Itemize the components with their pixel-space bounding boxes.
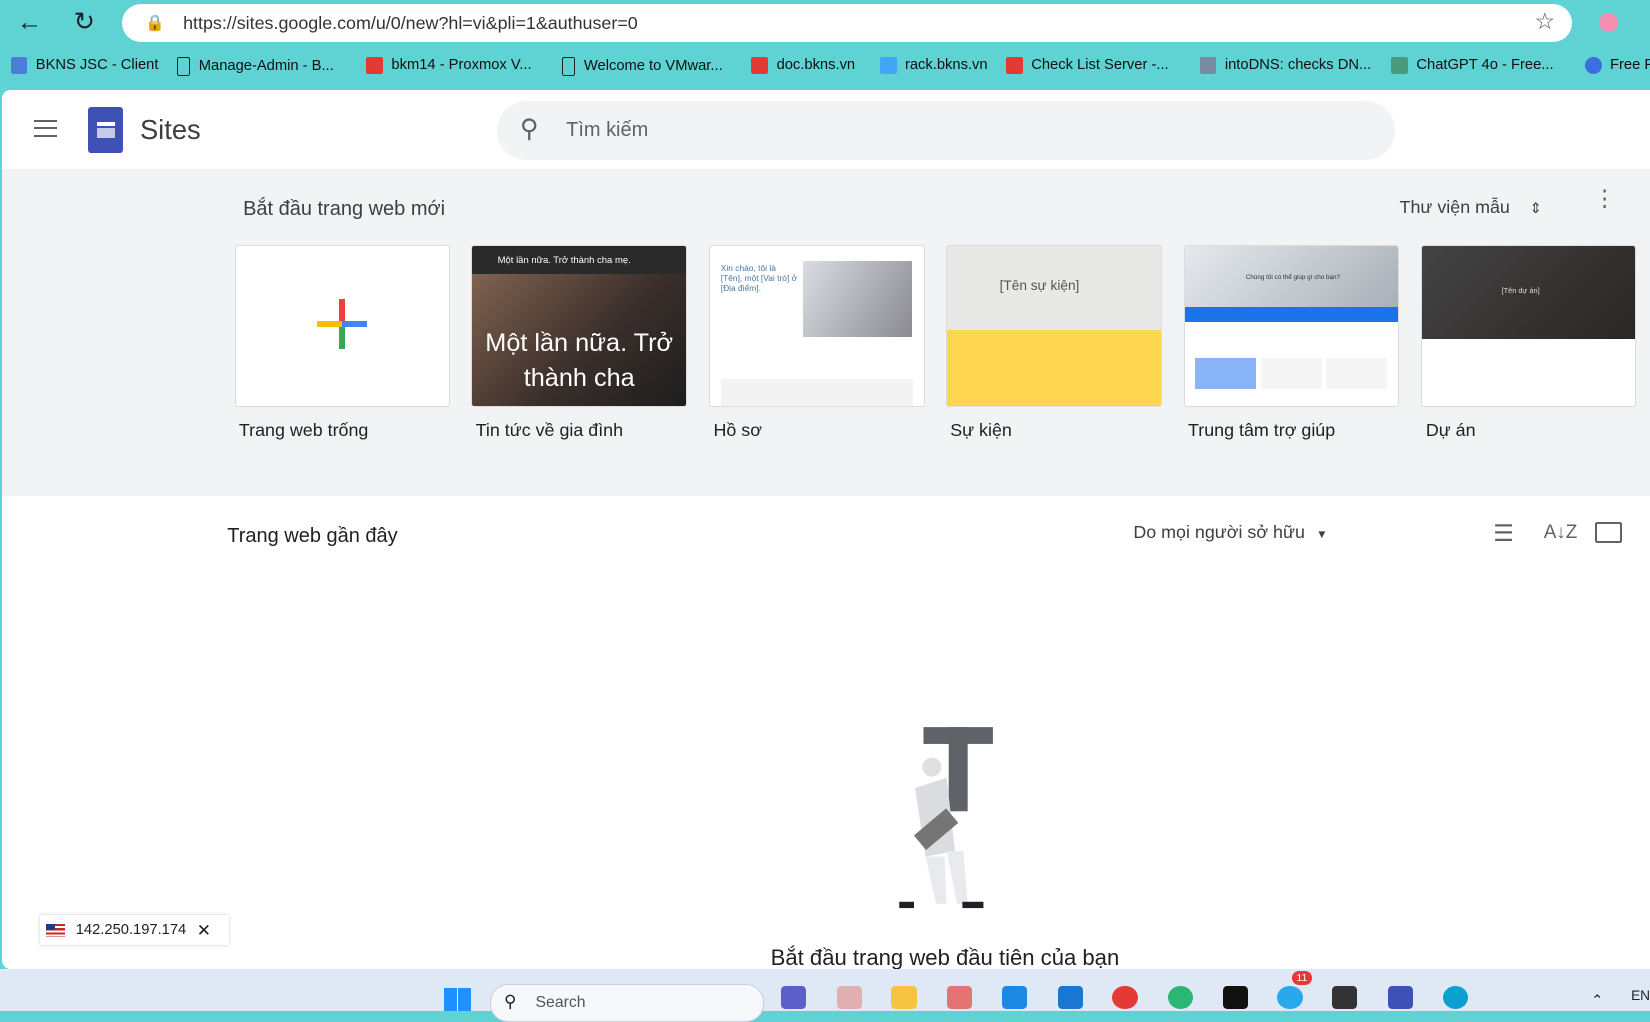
thumb-text: [Tên dự án] (1421, 246, 1636, 339)
template-gallery: Bắt đầu trang web mới Thư viện mẫu ⇕ ⋮ M… (2, 169, 1650, 496)
bookmark-label: Free F (1609, 57, 1650, 74)
owner-filter-label: Do mọi người sở hữu (1133, 521, 1305, 542)
bookmark-label: intoDNS: checks DN... (1224, 57, 1372, 74)
taskbar-search[interactable]: ⚲ Search (490, 983, 764, 1022)
app-icon[interactable] (836, 985, 862, 1010)
unfold-icon: ⇕ (1529, 200, 1542, 217)
template-label: Trung tâm trợ giúp (1188, 419, 1336, 440)
bookmark-label: BKNS JSC - Client (35, 57, 159, 74)
bookmark-label: rack.bkns.vn (904, 57, 988, 74)
wps-office-icon[interactable] (1112, 985, 1138, 1010)
ip-address: 142.250.197.174 (75, 922, 187, 939)
url-text: https://sites.google.com/u/0/new?hl=vi&p… (183, 12, 638, 33)
bookmark[interactable]: BKNS JSC - Client (10, 56, 159, 74)
file-explorer-icon[interactable] (891, 985, 917, 1010)
taskbar-search-label: Search (535, 994, 586, 1012)
template-label: Hồ sơ (713, 419, 762, 440)
sort-az-icon[interactable]: A↓Z (1544, 522, 1578, 544)
bookmark[interactable]: intoDNS: checks DN... (1199, 56, 1372, 74)
edge-icon[interactable] (1168, 985, 1194, 1010)
search-placeholder: Tìm kiếm (566, 118, 649, 141)
template-blank[interactable] (234, 245, 451, 408)
bookmark[interactable]: doc.bkns.vn (751, 56, 856, 74)
template-profile[interactable]: Xin chào, tôi là [Tên], một [Vai trò] ở … (709, 245, 925, 408)
empty-state-text: Bắt đầu trang web đầu tiên của bạn (770, 944, 1120, 970)
template-help-center[interactable]: Chúng tôi có thể giúp gì cho bạn? (1183, 245, 1400, 408)
gallery-title: Bắt đầu trang web mới (243, 197, 446, 220)
list-view-icon[interactable]: ☰ (1493, 520, 1514, 547)
us-flag-icon (46, 923, 66, 937)
template-gallery-label: Thư viện mẫu (1399, 196, 1510, 217)
sites-page: Sites ⚲ Tìm kiếm Bắt đầu trang web mới T… (2, 90, 1650, 970)
template-event[interactable]: [Tên sự kiện] (946, 245, 1162, 408)
bookmark[interactable]: bkm14 - Proxmox V... (366, 56, 532, 74)
search-input[interactable]: ⚲ Tìm kiếm (496, 101, 1396, 160)
folder-icon[interactable] (1595, 521, 1623, 543)
back-icon[interactable]: ← (17, 8, 42, 37)
bookmark[interactable]: Manage-Admin - B... (176, 56, 334, 76)
vscode-icon[interactable] (1001, 985, 1028, 1010)
telegram-icon[interactable] (1277, 985, 1303, 1010)
lock-icon: 🔒 (145, 14, 165, 32)
menu-icon[interactable] (33, 119, 57, 137)
template-label: Sự kiện (950, 419, 1012, 440)
thumb-text: Xin chào, tôi là [Tên], một [Vai trò] ở … (720, 262, 798, 293)
search-icon: ⚲ (519, 114, 539, 143)
template-gallery-toggle[interactable]: Thư viện mẫu ⇕ (1400, 197, 1542, 218)
bookmark-label: Welcome to VMwar... (583, 58, 723, 75)
dropdown-arrow-icon: ▼ (1316, 528, 1328, 541)
template-label: Tin tức về gia đình (475, 419, 624, 440)
tray-chevron-icon[interactable]: ⌃ (1591, 992, 1603, 1009)
address-bar[interactable]: 🔒 https://sites.google.com/u/0/new?hl=vi… (122, 4, 1573, 43)
template-label: Dự án (1425, 419, 1476, 440)
remote-desktop-icon[interactable] (1057, 985, 1083, 1010)
bookmark[interactable]: Check List Server -... (1005, 56, 1169, 74)
plus-icon (316, 298, 368, 350)
bookmark[interactable]: rack.bkns.vn (879, 56, 988, 74)
bookmark-label: bkm14 - Proxmox V... (391, 57, 532, 74)
thumb-bar: Một lần nữa. Trở thành cha mẹ. (472, 246, 687, 274)
bookmark[interactable]: Free F (1584, 56, 1650, 74)
app-name: Sites (139, 113, 201, 145)
template-project[interactable]: [Tên dự án] (1420, 245, 1637, 408)
bookmark-label: Manage-Admin - B... (198, 58, 334, 75)
language-indicator[interactable]: EN (1631, 988, 1650, 1003)
snipping-tool-icon[interactable] (947, 985, 973, 1010)
ip-badge: 142.250.197.174 ✕ (39, 915, 230, 945)
owner-filter-dropdown[interactable]: Do mọi người sở hữu ▼ (1133, 522, 1327, 543)
app-dark-icon[interactable] (1222, 985, 1249, 1010)
close-icon[interactable]: ✕ (197, 920, 211, 941)
thumb-text: Một lần nữa. Trở thành cha (485, 329, 674, 392)
sites-logo-icon[interactable] (88, 107, 124, 153)
bookmark[interactable]: Welcome to VMwar... (561, 56, 723, 76)
thumb-text: [Tên sự kiện] (999, 277, 1080, 293)
star-icon[interactable]: ☆ (1535, 8, 1556, 35)
reload-icon[interactable]: ↻ (74, 7, 95, 37)
teams-icon[interactable] (780, 985, 807, 1010)
more-options-icon[interactable]: ⋮ (1593, 186, 1616, 209)
edge-beta-icon[interactable] (1442, 985, 1468, 1010)
taskbar: ⚲ Search 11 ⌃ EN (0, 969, 1650, 1022)
terminal-icon[interactable] (1332, 985, 1358, 1010)
bookmark-label: ChatGPT 4o - Free... (1416, 57, 1554, 74)
bookmark[interactable]: ChatGPT 4o - Free... (1391, 56, 1554, 74)
empty-state-illustration (899, 727, 994, 909)
template-family-news[interactable]: Một lần nữa. Trở thành cha mẹ. Một lần n… (471, 245, 688, 408)
thumb-text: Chúng tôi có thể giúp gì cho bạn? (1184, 246, 1399, 308)
bookmark-label: doc.bkns.vn (776, 57, 856, 74)
profile-avatar[interactable] (1599, 12, 1619, 32)
app-header: Sites ⚲ Tìm kiếm (2, 90, 1650, 170)
notification-badge: 11 (1292, 971, 1312, 986)
template-label: Trang web trống (238, 419, 369, 440)
search-icon: ⚲ (503, 992, 517, 1012)
network-tool-icon[interactable] (1387, 985, 1414, 1010)
recent-title: Trang web gần đây (227, 525, 398, 548)
bookmark-label: Check List Server -... (1031, 57, 1169, 74)
windows-start-icon[interactable] (444, 988, 472, 1012)
